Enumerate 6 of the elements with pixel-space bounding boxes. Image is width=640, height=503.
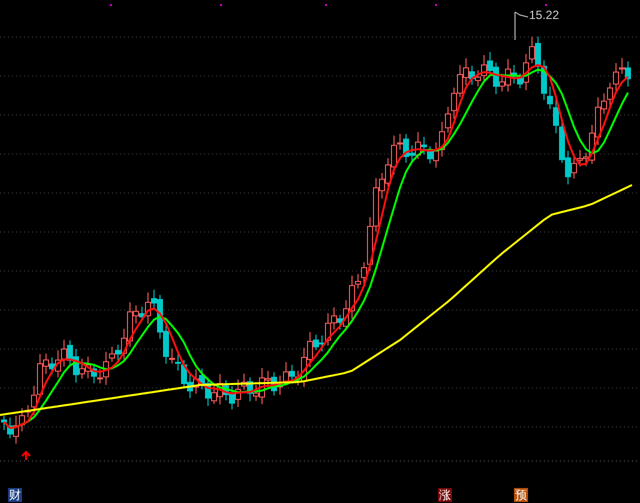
high-price-label: 15.22: [529, 9, 560, 21]
indicator-badge[interactable]: 预: [514, 488, 528, 502]
leader-line: [514, 12, 528, 40]
indicator-badge[interactable]: 涨: [438, 488, 452, 502]
up-arrow-icon: [21, 450, 31, 461]
indicator-badge[interactable]: 财: [8, 488, 22, 502]
